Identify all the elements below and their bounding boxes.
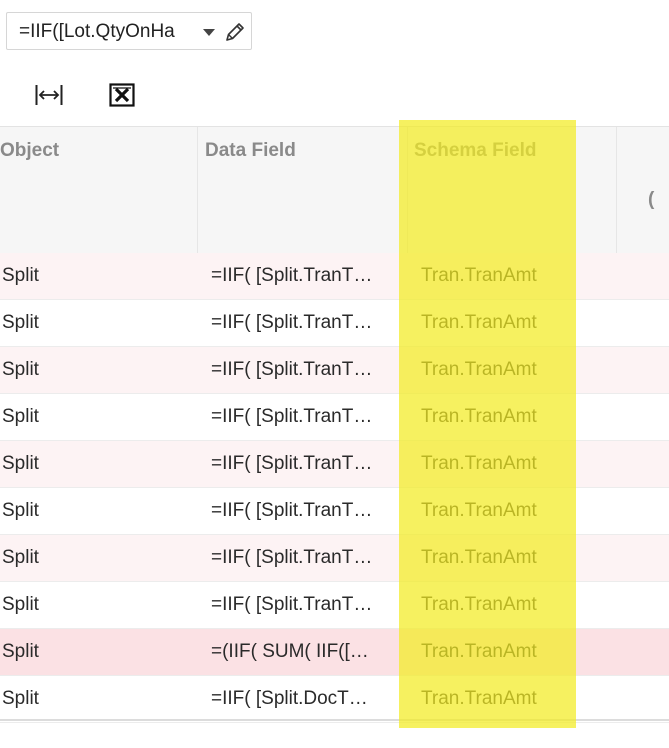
cell-object[interactable]: Split bbox=[2, 488, 192, 534]
table-row[interactable]: Split =IIF( [Split.TranT… Tran.TranAmt bbox=[0, 253, 669, 300]
cell-schema-field[interactable]: Tran.TranAmt bbox=[421, 488, 571, 534]
cell-data-field[interactable]: =IIF( [Split.TranT… bbox=[211, 488, 394, 534]
cell-schema-field[interactable]: Tran.TranAmt bbox=[421, 441, 571, 487]
page: =IIF([Lot.QtyOnHa Object Data Field Sche… bbox=[0, 0, 669, 748]
cell-data-field[interactable]: =IIF( [Split.TranT… bbox=[211, 535, 394, 581]
column-divider[interactable] bbox=[616, 127, 617, 253]
cell-object[interactable]: Split bbox=[2, 300, 192, 346]
cell-object[interactable]: Split bbox=[2, 347, 192, 393]
column-header-partial[interactable]: Wi ( bbox=[648, 127, 669, 253]
table-row[interactable]: Split =IIF( [Split.TranT… Tran.TranAmt bbox=[0, 347, 669, 394]
column-header-schema-field[interactable]: Schema Field bbox=[414, 127, 614, 253]
cell-partial[interactable] bbox=[580, 676, 668, 722]
export-excel-icon[interactable] bbox=[107, 80, 137, 110]
cell-data-field[interactable]: =(IIF( SUM( IIF([… bbox=[211, 629, 394, 675]
cell-object[interactable]: Split bbox=[2, 629, 192, 675]
cell-partial[interactable] bbox=[580, 347, 668, 393]
cell-schema-field[interactable]: Tran.TranAmt bbox=[421, 394, 571, 440]
table-row[interactable]: Split =IIF( [Split.TranT… Tran.TranAmt bbox=[0, 394, 669, 441]
cell-object[interactable]: Split bbox=[2, 535, 192, 581]
cell-partial[interactable] bbox=[580, 253, 668, 299]
cell-object[interactable]: Split bbox=[2, 676, 192, 722]
table-row[interactable]: Split =IIF( [Split.TranT… Tran.TranAmt bbox=[0, 300, 669, 347]
grid-bottom-border bbox=[0, 719, 669, 721]
cell-data-field[interactable]: =IIF( [Split.TranT… bbox=[211, 253, 394, 299]
cell-schema-field[interactable]: Tran.TranAmt bbox=[421, 347, 571, 393]
cell-partial[interactable] bbox=[580, 535, 668, 581]
cell-partial[interactable] bbox=[580, 629, 668, 675]
column-divider[interactable] bbox=[407, 127, 408, 253]
cell-schema-field[interactable]: Tran.TranAmt bbox=[421, 300, 571, 346]
column-header-label: Data Field bbox=[205, 140, 296, 161]
formula-value: =IIF([Lot.QtyOnHa bbox=[19, 21, 175, 42]
cell-object[interactable]: Split bbox=[2, 441, 192, 487]
table-row[interactable]: Split =IIF( [Split.TranT… Tran.TranAmt bbox=[0, 582, 669, 629]
column-header-data-field[interactable]: Data Field bbox=[205, 127, 400, 253]
cell-data-field[interactable]: =IIF( [Split.DocT… bbox=[211, 676, 394, 722]
cell-partial[interactable] bbox=[580, 394, 668, 440]
column-header-label: Wi ( bbox=[648, 189, 655, 210]
pencil-icon[interactable] bbox=[224, 21, 246, 43]
cell-partial[interactable] bbox=[580, 488, 668, 534]
table-row[interactable]: Split =IIF( [Split.TranT… Tran.TranAmt bbox=[0, 441, 669, 488]
dropdown-caret-icon[interactable] bbox=[203, 29, 215, 36]
cell-data-field[interactable]: =IIF( [Split.TranT… bbox=[211, 394, 394, 440]
table-row[interactable]: Split =IIF( [Split.TranT… Tran.TranAmt bbox=[0, 535, 669, 582]
cell-partial[interactable] bbox=[580, 300, 668, 346]
column-header-label: Schema Field bbox=[414, 140, 537, 161]
mapping-grid: Object Data Field Schema Field Wi ( Spli… bbox=[0, 126, 669, 723]
column-divider[interactable] bbox=[197, 127, 198, 253]
cell-data-field[interactable]: =IIF( [Split.TranT… bbox=[211, 582, 394, 628]
cell-partial[interactable] bbox=[580, 582, 668, 628]
cell-schema-field[interactable]: Tran.TranAmt bbox=[421, 535, 571, 581]
cell-partial[interactable] bbox=[580, 441, 668, 487]
formula-selector[interactable]: =IIF([Lot.QtyOnHa bbox=[6, 12, 252, 50]
cell-schema-field[interactable]: Tran.TranAmt bbox=[421, 676, 571, 722]
column-header-label: Object bbox=[0, 140, 60, 161]
table-row[interactable]: Split =IIF( [Split.DocT… Tran.TranAmt bbox=[0, 676, 669, 723]
table-row[interactable]: Split =IIF( [Split.TranT… Tran.TranAmt bbox=[0, 488, 669, 535]
cell-data-field[interactable]: =IIF( [Split.TranT… bbox=[211, 347, 394, 393]
column-header-object[interactable]: Object bbox=[0, 127, 197, 253]
cell-object[interactable]: Split bbox=[2, 394, 192, 440]
fit-columns-icon[interactable] bbox=[34, 80, 64, 110]
cell-schema-field[interactable]: Tran.TranAmt bbox=[421, 582, 571, 628]
cell-data-field[interactable]: =IIF( [Split.TranT… bbox=[211, 300, 394, 346]
cell-object[interactable]: Split bbox=[2, 582, 192, 628]
table-row[interactable]: Split =(IIF( SUM( IIF([… Tran.TranAmt bbox=[0, 629, 669, 676]
cell-data-field[interactable]: =IIF( [Split.TranT… bbox=[211, 441, 394, 487]
cell-object[interactable]: Split bbox=[2, 253, 192, 299]
cell-schema-field[interactable]: Tran.TranAmt bbox=[421, 253, 571, 299]
grid-header: Object Data Field Schema Field Wi ( bbox=[0, 126, 669, 253]
cell-schema-field[interactable]: Tran.TranAmt bbox=[421, 629, 571, 675]
